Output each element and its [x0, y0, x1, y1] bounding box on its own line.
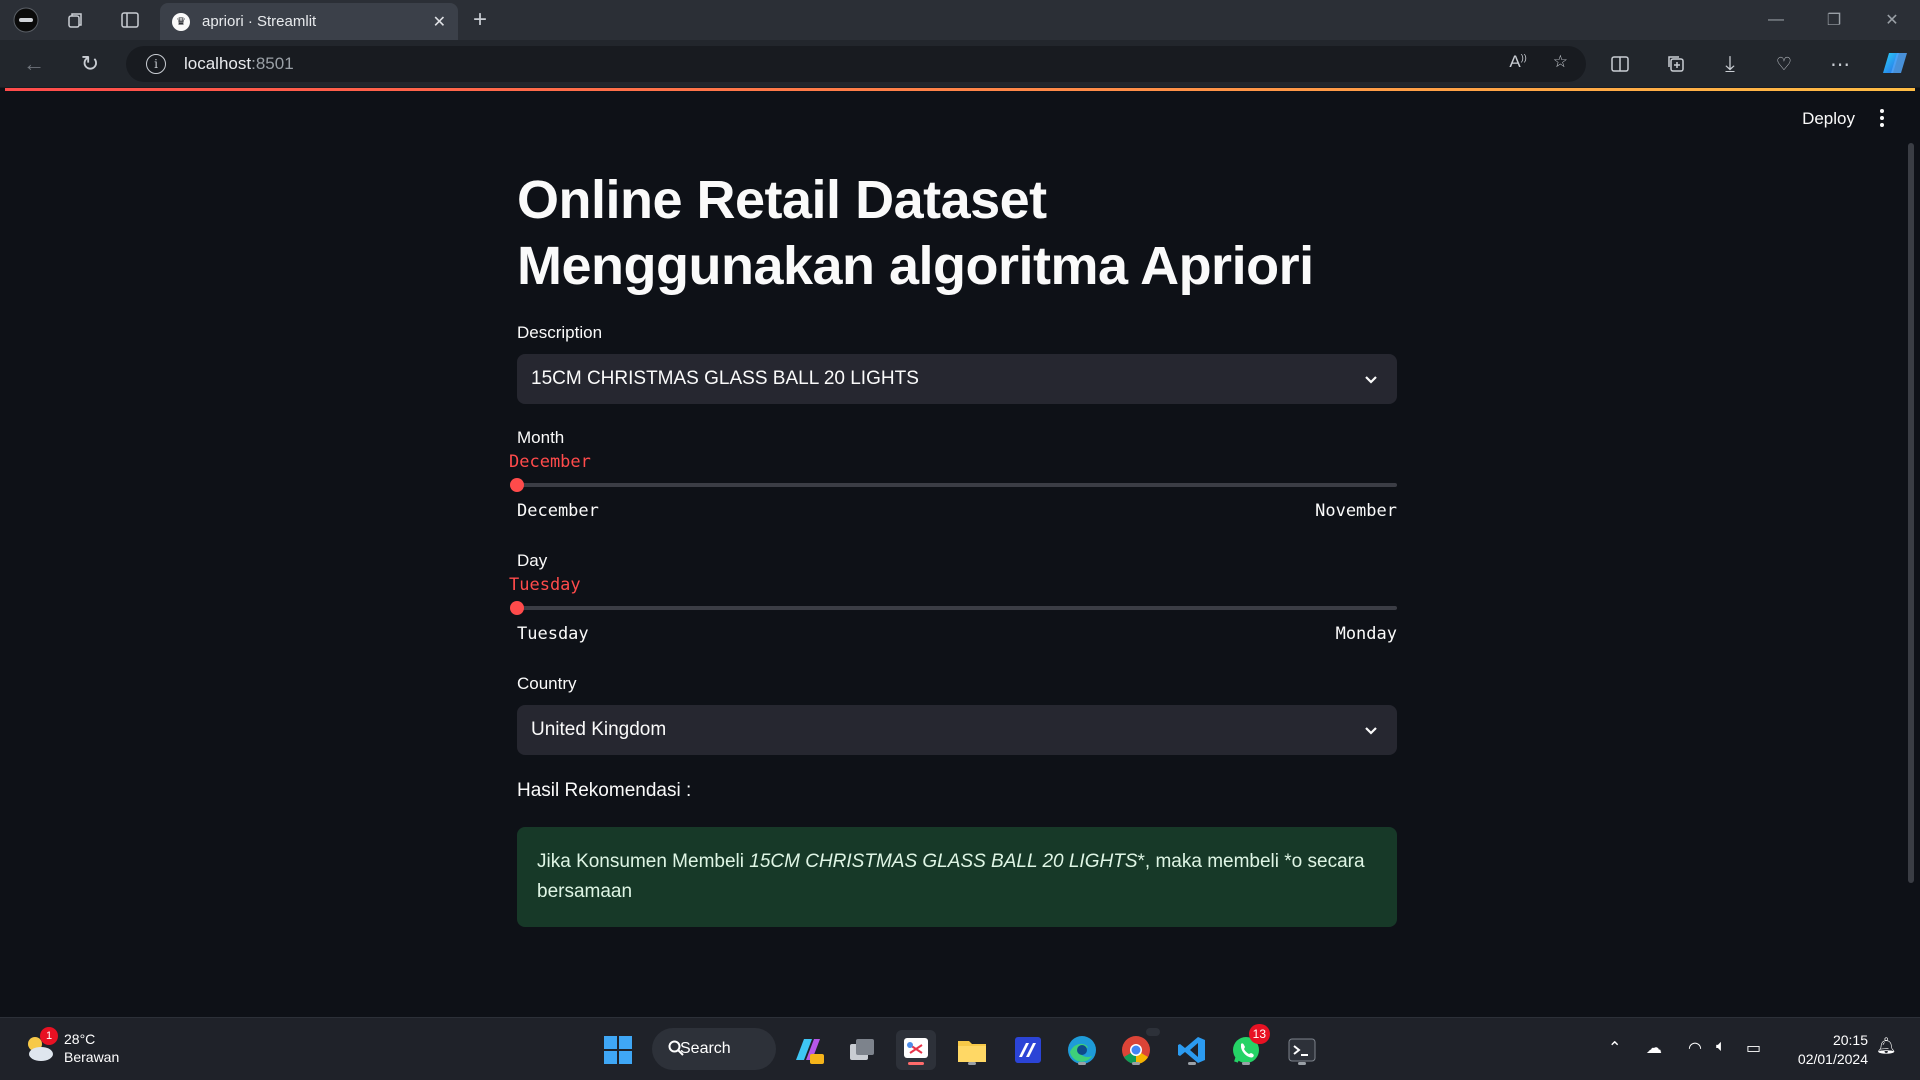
snipping-tool-icon[interactable]: [896, 1030, 936, 1070]
taskbar-search[interactable]: Search: [652, 1028, 776, 1070]
whatsapp-badge: 13: [1248, 1024, 1270, 1044]
close-window-icon[interactable]: ✕: [1878, 6, 1906, 34]
copilot-preview-icon[interactable]: [788, 1030, 828, 1070]
description-select[interactable]: 15CM CHRISTMAS GLASS BALL 20 LIGHTS: [517, 354, 1397, 404]
clock-date: 02/01/2024: [1797, 1051, 1868, 1067]
terminal-icon[interactable]: [1282, 1030, 1322, 1070]
weather-desc: Berawan: [64, 1049, 120, 1065]
result-prefix: Jika Konsumen Membeli: [537, 851, 750, 872]
day-slider-value: Tuesday: [509, 575, 581, 595]
wifi-icon[interactable]: ◠: [1688, 1038, 1702, 1058]
favorite-star-icon[interactable]: ☆: [1553, 52, 1568, 72]
chrome-profile-badge: [1146, 1028, 1160, 1036]
copilot-icon[interactable]: [1880, 48, 1910, 78]
onedrive-error-icon[interactable]: ☁: [1646, 1038, 1662, 1058]
streamlit-app: Deploy Online Retail Dataset Menggunakan…: [5, 91, 1915, 1017]
downloads-icon[interactable]: ⤓: [1716, 50, 1744, 78]
workspaces-icon[interactable]: [62, 6, 90, 34]
month-slider-value: December: [509, 452, 591, 472]
battery-icon[interactable]: ▭: [1746, 1038, 1761, 1058]
day-slider-min: Tuesday: [517, 624, 589, 644]
month-slider-min: December: [517, 501, 599, 521]
chevron-up-icon[interactable]: ⌃: [1608, 1038, 1621, 1058]
result-heading: Hasil Rekomendasi :: [517, 780, 692, 801]
page-title: Online Retail Dataset Menggunakan algori…: [517, 170, 1314, 296]
clock[interactable]: 20:15 02/01/2024: [1798, 1031, 1868, 1069]
main-menu-icon[interactable]: [1873, 107, 1891, 129]
description-label: Description: [517, 323, 603, 342]
weather-badge: 1: [40, 1027, 58, 1045]
volume-icon[interactable]: 🔈︎: [1716, 1038, 1726, 1056]
browser-essentials-icon[interactable]: ♡: [1770, 50, 1798, 78]
collections-icon[interactable]: [1662, 50, 1690, 78]
scrollbar[interactable]: [1908, 143, 1914, 883]
result-success-box: Jika Konsumen Membeli 15CM CHRISTMAS GLA…: [517, 827, 1397, 927]
result-item: 15CM CHRISTMAS GLASS BALL 20 LIGHTS: [749, 851, 1138, 872]
chrome-browser-icon[interactable]: [1116, 1028, 1160, 1070]
vertical-tabs-icon[interactable]: [116, 6, 144, 34]
description-selected-value: 15CM CHRISTMAS GLASS BALL 20 LIGHTS: [531, 368, 919, 389]
chevron-down-icon: [1365, 727, 1377, 735]
notifications-bell-icon[interactable]: 🔔︎: [1876, 1036, 1896, 1056]
address-bar[interactable]: i localhost:8501 A)) ☆: [126, 46, 1586, 82]
minimize-icon[interactable]: —: [1762, 6, 1790, 34]
address-port: :8501: [251, 54, 294, 73]
weather-widget[interactable]: 1 28°C Berawan: [22, 1027, 120, 1066]
browser-tab-active[interactable]: ♛ apriori · Streamlit ✕: [160, 3, 458, 40]
read-aloud-icon[interactable]: A)): [1509, 52, 1526, 72]
month-label: Month: [517, 428, 565, 447]
streamlit-crown-icon: ♛: [172, 12, 190, 31]
browser-tabstrip: ♛ apriori · Streamlit ✕ + — ❐ ✕: [0, 0, 1920, 40]
visual-studio-icon[interactable]: [1008, 1030, 1048, 1070]
address-host: localhost: [184, 54, 252, 73]
tab-title: apriori · Streamlit: [202, 13, 317, 30]
weather-temp: 28°C: [64, 1031, 96, 1047]
deploy-button[interactable]: Deploy: [1802, 109, 1855, 129]
day-slider-thumb[interactable]: [510, 601, 524, 615]
taskbar: 1 28°C Berawan Search 13 ⌃ ☁ ◠ 🔈︎ ▭ 20:1…: [0, 1017, 1920, 1080]
file-explorer-icon[interactable]: [952, 1030, 992, 1070]
whatsapp-icon[interactable]: 13: [1226, 1024, 1270, 1070]
month-slider-thumb[interactable]: [510, 478, 524, 492]
site-info-icon[interactable]: i: [146, 54, 166, 74]
split-screen-icon[interactable]: [1606, 50, 1634, 78]
chevron-down-icon: [1365, 376, 1377, 384]
windows-start-icon[interactable]: [598, 1030, 638, 1070]
vscode-icon[interactable]: [1172, 1030, 1212, 1070]
country-label: Country: [517, 674, 577, 693]
profile-avatar-icon[interactable]: [12, 6, 40, 34]
search-icon: [668, 1040, 684, 1056]
taskbar-search-label: Search: [680, 1040, 731, 1057]
month-slider-max: November: [1315, 501, 1397, 521]
country-selected-value: United Kingdom: [531, 719, 667, 740]
country-select[interactable]: United Kingdom: [517, 705, 1397, 755]
day-label: Day: [517, 551, 548, 570]
back-arrow-icon[interactable]: ←: [20, 50, 48, 78]
day-slider-max: Monday: [1335, 624, 1397, 644]
partly-cloudy-icon: 1: [22, 1027, 58, 1065]
new-tab-plus-icon[interactable]: +: [466, 6, 494, 34]
more-menu-icon[interactable]: ⋯: [1826, 50, 1854, 78]
month-slider-track[interactable]: [510, 478, 1397, 492]
clock-time: 20:15: [1832, 1032, 1868, 1048]
restore-icon[interactable]: ❐: [1820, 6, 1848, 34]
day-slider-track[interactable]: [510, 601, 1397, 615]
task-view-icon[interactable]: [842, 1030, 882, 1070]
tab-close-icon[interactable]: ✕: [433, 12, 446, 32]
edge-browser-icon[interactable]: [1062, 1030, 1102, 1070]
reload-icon[interactable]: ↻: [76, 50, 104, 78]
